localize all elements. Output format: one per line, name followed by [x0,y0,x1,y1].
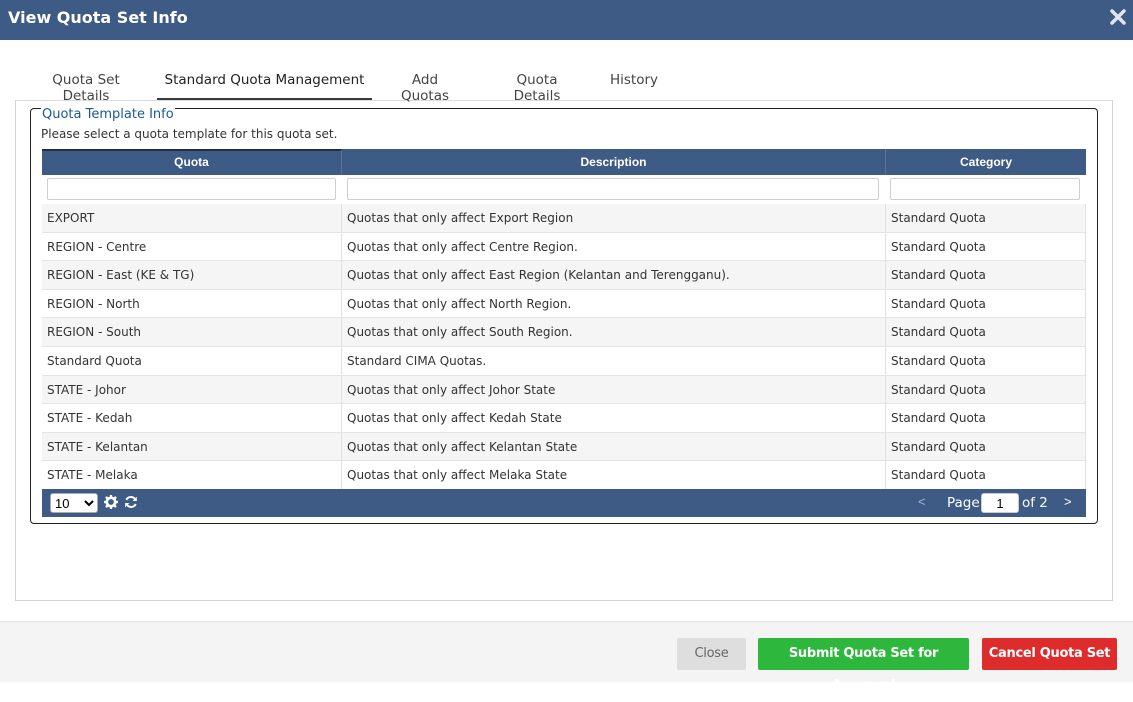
tab-quota-set-details[interactable]: Quota Set Details [31,62,141,104]
page-count-label: of 2 [1022,495,1048,511]
tab-history[interactable]: History [609,62,659,100]
grid-pager: 10 < Page of 2 > [42,489,1086,517]
table-row[interactable]: REGION - Centre Quotas that only affect C… [42,232,1086,262]
page-size-select[interactable]: 10 [50,493,98,513]
dialog-titlebar: View Quota Set Info [0,0,1133,40]
column-header-description[interactable]: Description [342,149,886,175]
grid-rows: EXPORT Quotas that only affect Export Reg… [42,204,1086,490]
table-row[interactable]: STATE - Kelantan Quotas that only affect … [42,432,1086,462]
previous-page-button[interactable]: < [918,494,926,509]
cell-quota: REGION - South [42,318,342,347]
table-row[interactable]: REGION - South Quotas that only affect So… [42,318,1086,347]
tab-quota-details[interactable]: Quota Details [492,62,582,104]
cell-category: Standard Quota [886,346,1086,375]
table-row[interactable]: STATE - Kedah Quotas that only affect Ked… [42,404,1086,433]
cell-quota: Standard Quota [42,346,342,375]
quota-template-grid: Quota Description Category EXPORT Quotas … [42,149,1086,490]
cell-quota: REGION - North [42,289,342,318]
close-icon[interactable] [1109,7,1127,27]
table-row[interactable]: Standard Quota Standard CIMA Quotas. Stand… [42,346,1086,376]
cell-quota: EXPORT [42,204,342,232]
cell-description: Quotas that only affect North Region. [342,289,886,318]
page-number-input[interactable] [981,493,1019,513]
quota-template-legend: Quota Template Info [41,107,175,122]
table-row[interactable]: REGION - East (KE & TG) Quotas that only … [42,261,1086,290]
tab-bar: Quota Set Details Standard Quota Managem… [15,62,1113,104]
cell-quota: STATE - Kelantan [42,432,342,461]
column-header-quota[interactable]: Quota [42,149,342,175]
page-label: Page [947,495,980,511]
cancel-quota-set-button[interactable]: Cancel Quota Set [982,638,1117,670]
grid-filter-row [42,175,1086,204]
description-filter-input[interactable] [347,178,879,200]
cell-quota: STATE - Johor [42,375,342,404]
cell-category: Standard Quota [886,375,1086,404]
table-row[interactable]: EXPORT Quotas that only affect Export Reg… [42,204,1086,233]
cell-description: Standard CIMA Quotas. [342,346,886,375]
table-row[interactable]: STATE - Melaka Quotas that only affect Me… [42,461,1086,490]
refresh-icon[interactable] [124,495,138,509]
cell-description: Quotas that only affect Kedah State [342,404,886,433]
gear-icon[interactable] [104,495,118,509]
cell-description: Quotas that only affect South Region. [342,318,886,347]
close-button[interactable]: Close [677,638,746,670]
category-filter-input[interactable] [890,178,1080,200]
dialog-footer: Close Submit Quota Set for Approval Canc… [0,621,1133,693]
quota-template-help-text: Please select a quota template for this … [41,127,338,141]
cell-description: Quotas that only affect East Region (Kel… [342,261,886,290]
cell-category: Standard Quota [886,289,1086,318]
cell-description: Quotas that only affect Centre Region. [342,232,886,261]
cell-description: Quotas that only affect Melaka State [342,461,886,490]
quota-filter-input[interactable] [47,178,336,200]
cell-category: Standard Quota [886,261,1086,290]
cell-category: Standard Quota [886,204,1086,232]
tab-standard-quota-management[interactable]: Standard Quota Management [157,62,372,100]
cell-category: Standard Quota [886,318,1086,347]
cell-quota: REGION - Centre [42,232,342,261]
cell-description: Quotas that only affect Export Region [342,204,886,232]
submit-for-approval-button[interactable]: Submit Quota Set for Approval [758,638,969,693]
cell-category: Standard Quota [886,432,1086,461]
cell-category: Standard Quota [886,461,1086,490]
cell-category: Standard Quota [886,404,1086,433]
cell-description: Quotas that only affect Kelantan State [342,432,886,461]
table-row[interactable]: REGION - North Quotas that only affect No… [42,289,1086,319]
dialog-title: View Quota Set Info [8,8,188,27]
table-row[interactable]: STATE - Johor Quotas that only affect Joh… [42,375,1086,405]
grid-header: Quota Description Category [42,149,1086,175]
cell-quota: STATE - Melaka [42,461,342,490]
cell-quota: REGION - East (KE & TG) [42,261,342,290]
tab-add-quotas[interactable]: Add Quotas [387,62,463,104]
column-header-category[interactable]: Category [886,149,1086,175]
cell-category: Standard Quota [886,232,1086,261]
next-page-button[interactable]: > [1064,494,1072,509]
cell-description: Quotas that only affect Johor State [342,375,886,404]
cell-quota: STATE - Kedah [42,404,342,433]
